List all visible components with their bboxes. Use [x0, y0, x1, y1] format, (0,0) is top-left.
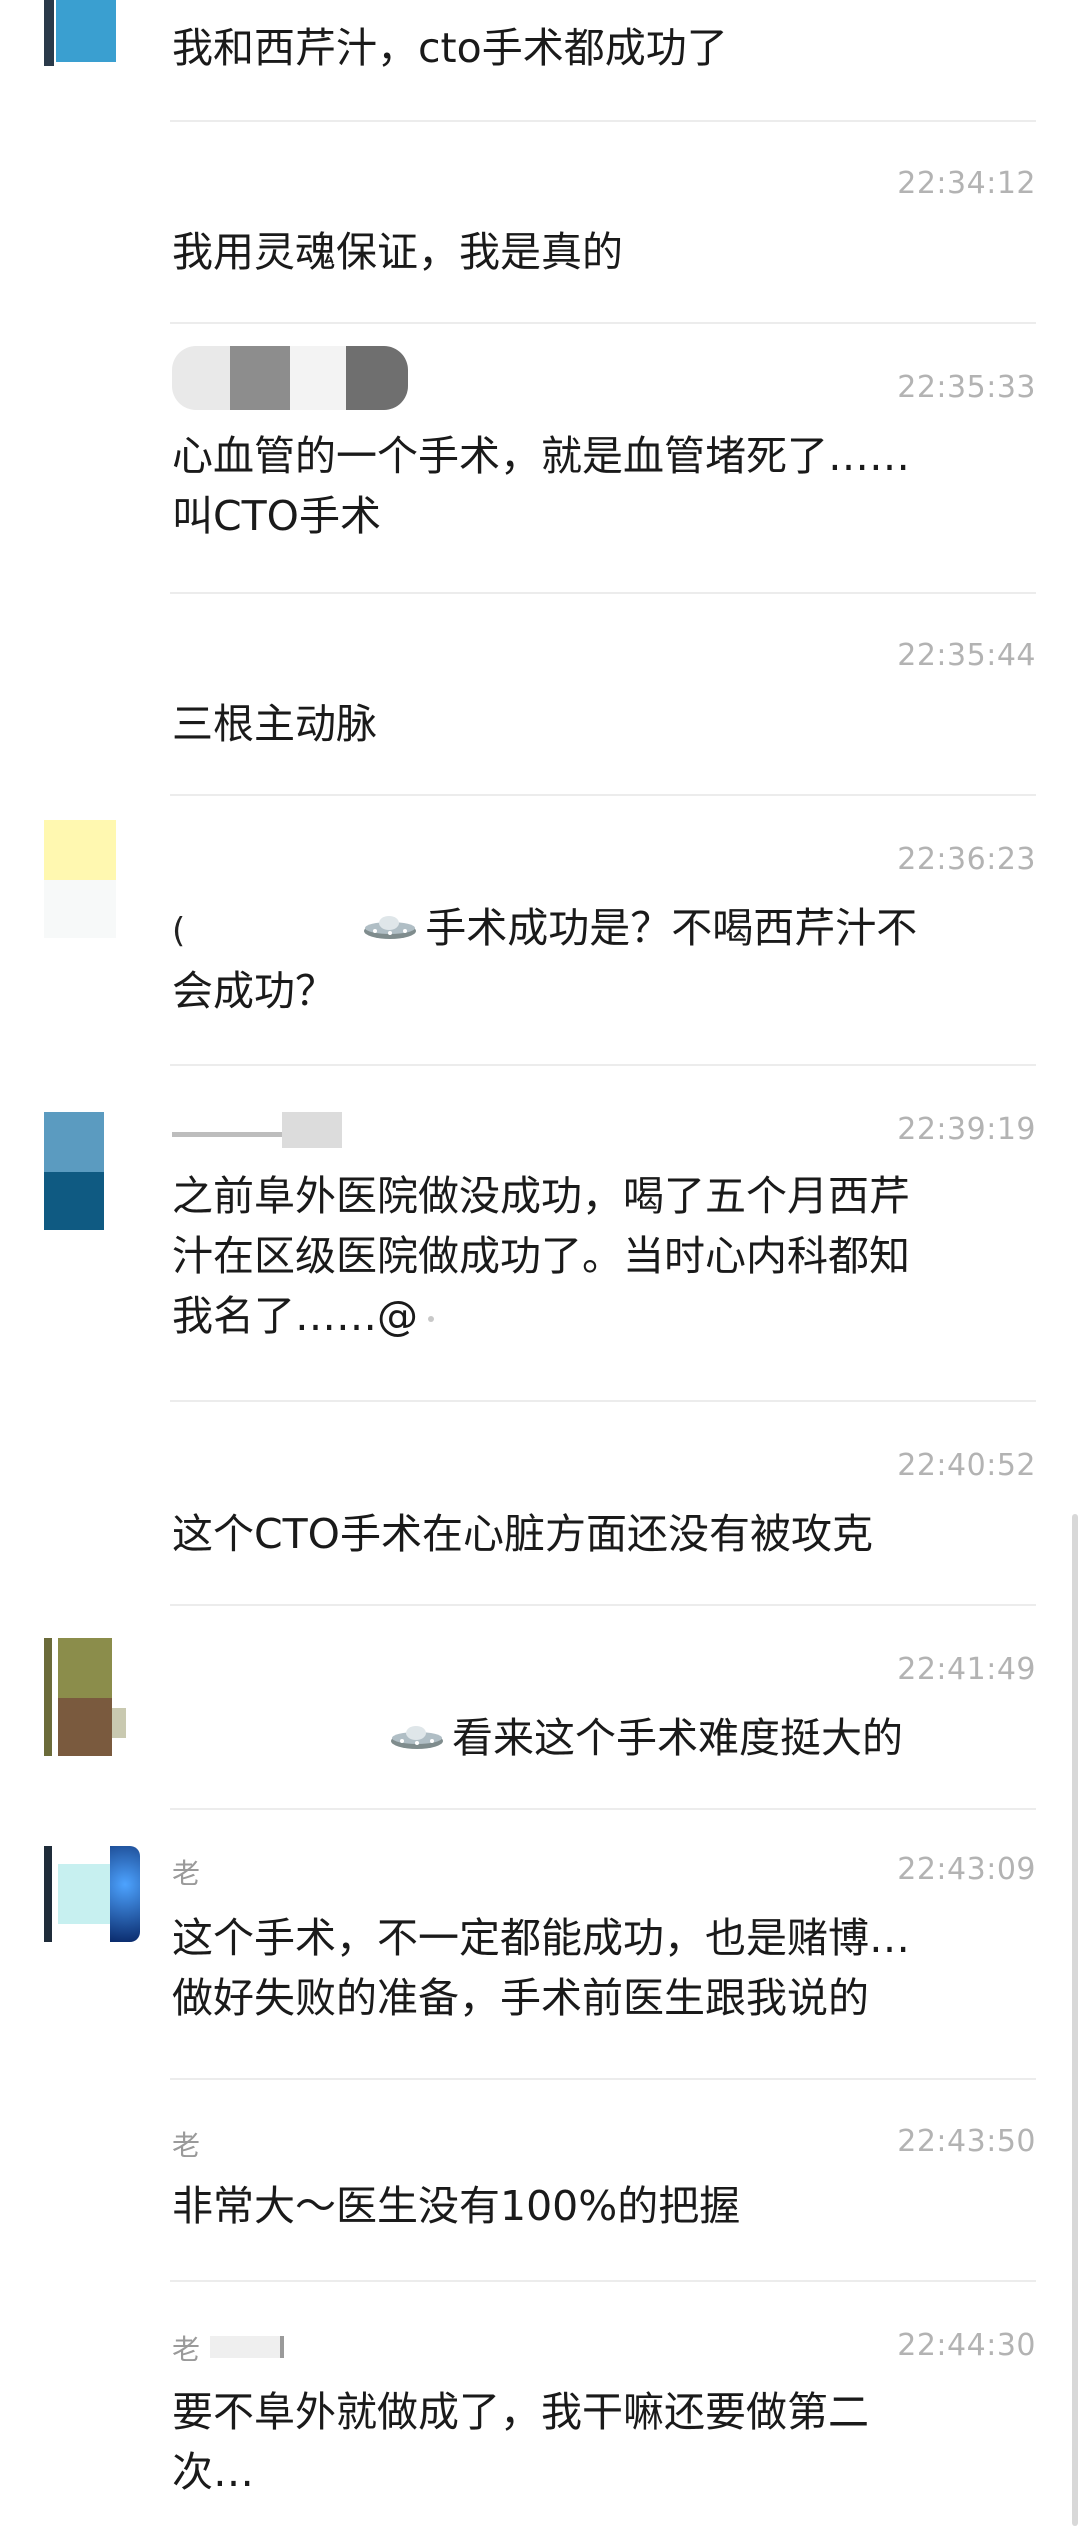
sender-name: 老	[172, 2129, 201, 2162]
message-timestamp: 22:40:52	[897, 1448, 1036, 1483]
message-body: 手术成功是？不喝西芹汁不 会成功？	[172, 904, 918, 1015]
message-timestamp: 22:39:19	[897, 1112, 1036, 1147]
message-divider	[170, 1064, 1036, 1066]
message-divider	[170, 592, 1036, 594]
message-divider	[170, 1604, 1036, 1606]
message-timestamp: 22:44:30	[897, 2328, 1036, 2363]
message-timestamp: 22:41:49	[897, 1652, 1036, 1687]
message-divider	[170, 2280, 1036, 2282]
sender-name-redacted	[210, 2336, 290, 2358]
message-text: 我用灵魂保证，我是真的	[172, 228, 623, 276]
message-text: 非常大～医生没有100%的把握	[172, 2182, 741, 2230]
message-body: 之前阜外医院做没成功，喝了五个月西芹 汁在区级医院做成功了。当时心内科都知 我名…	[172, 1172, 910, 1340]
sender-name-redacted	[172, 1112, 352, 1148]
message-body: 看来这个手术难度挺大的	[452, 1714, 903, 1762]
mention-prefix: (	[172, 911, 186, 951]
message-text: 我和西芹汁，cto手术都成功了	[172, 24, 728, 72]
avatar[interactable]	[44, 820, 116, 938]
message-divider	[170, 120, 1036, 122]
message-text: 之前阜外医院做没成功，喝了五个月西芹 汁在区级医院做成功了。当时心内科都知 我名…	[172, 1166, 1012, 1346]
message-text: 要不阜外就做成了，我干嘛还要做第二 次…	[172, 2388, 869, 2496]
message-text: 三根主动脉	[172, 700, 377, 748]
message-divider	[170, 794, 1036, 796]
message-divider	[170, 2078, 1036, 2080]
message-divider	[170, 1808, 1036, 1810]
message-divider	[170, 1400, 1036, 1402]
message-timestamp: 22:43:09	[897, 1852, 1036, 1887]
message-timestamp: 22:35:44	[897, 638, 1036, 673]
message-timestamp: 22:36:23	[897, 842, 1036, 877]
message-divider	[170, 322, 1036, 324]
avatar[interactable]	[44, 1638, 128, 1756]
message-text: (手术成功是？不喝西芹汁不 会成功？	[172, 898, 1012, 1021]
sender-name-redacted	[172, 346, 408, 410]
scrollbar[interactable]	[1072, 1514, 1078, 2526]
mention-redacted	[428, 1316, 434, 1322]
message-text: 这个CTO手术在心脏方面还没有被攻克	[172, 1510, 873, 1558]
message-text: 看来这个手术难度挺大的	[382, 1708, 1022, 1768]
message-timestamp: 22:43:50	[897, 2124, 1036, 2159]
ufo-emoji-icon	[390, 1723, 444, 1753]
message-timestamp: 22:34:12	[897, 166, 1036, 201]
avatar[interactable]	[44, 1846, 140, 1942]
ufo-emoji-icon	[363, 913, 417, 943]
avatar[interactable]	[44, 1112, 104, 1230]
message-text: 这个手术，不一定都能成功，也是赌博… 做好失败的准备，手术前医生跟我说的	[172, 1914, 910, 2022]
sender-name: 老	[172, 2333, 201, 2366]
message-timestamp: 22:35:33	[897, 370, 1036, 405]
message-text: 心血管的一个手术，就是血管堵死了…… 叫CTO手术	[172, 432, 910, 540]
sender-name: 老	[172, 1857, 201, 1890]
avatar[interactable]	[44, 0, 118, 66]
